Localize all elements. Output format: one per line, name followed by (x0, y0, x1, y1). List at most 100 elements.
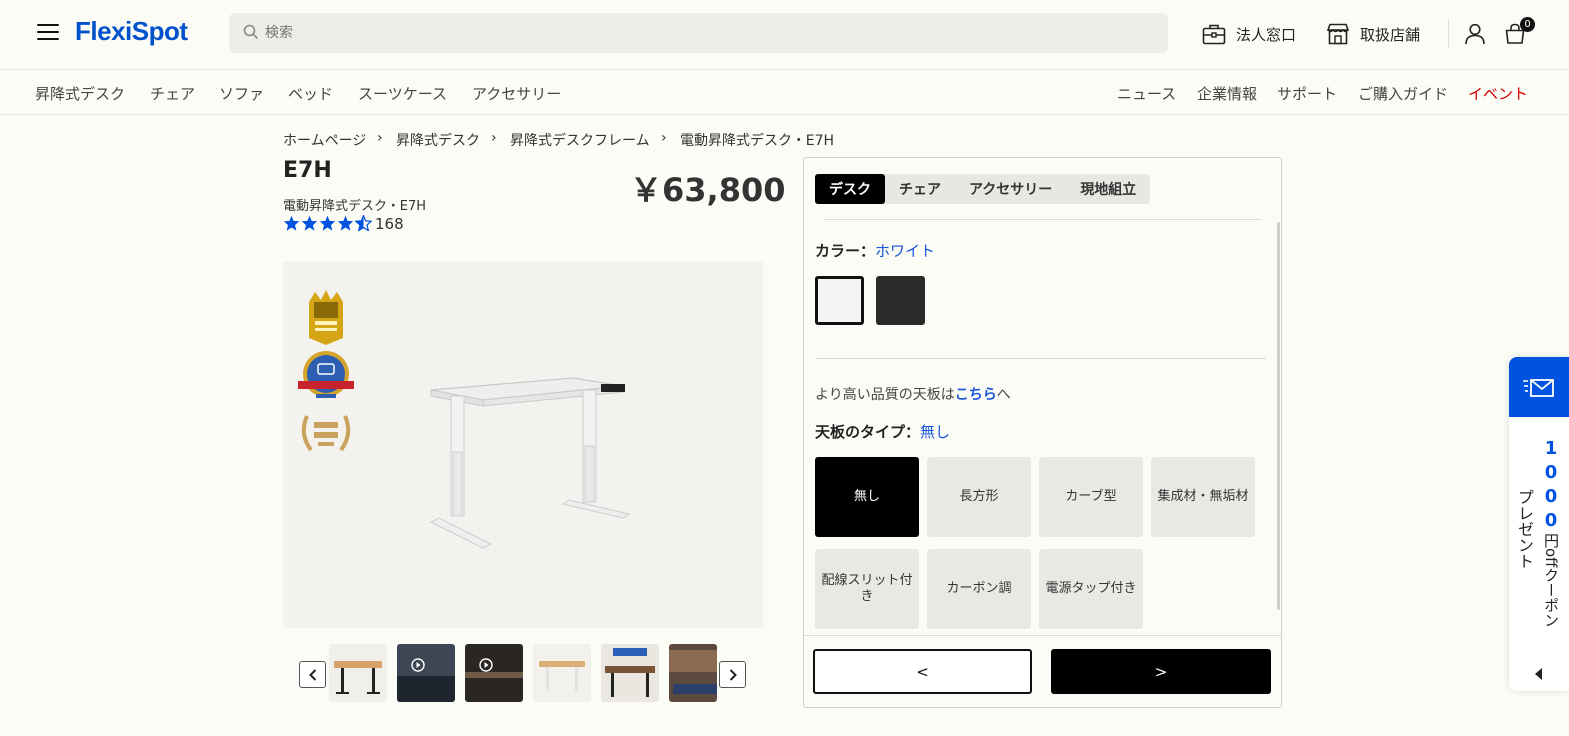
breadcrumb-frames[interactable]: 昇降式デスクフレーム (510, 130, 650, 150)
chevron-right-icon (729, 668, 737, 681)
nav-item-accessories[interactable]: アクセサリー (472, 83, 561, 104)
chevron-right-icon: › (661, 130, 667, 146)
top-option-cable-slit[interactable]: 配線スリット付き (815, 549, 919, 629)
tab-desk[interactable]: デスク (815, 174, 885, 204)
half-star-icon (355, 215, 372, 231)
video-play-icon (397, 658, 455, 702)
top-option-none[interactable]: 無し (815, 457, 919, 537)
nav-item-suitcases[interactable]: スーツケース (358, 83, 447, 104)
desk-thumbnail-icon (669, 650, 717, 694)
search-bar[interactable] (229, 13, 1168, 53)
breadcrumb-current: 電動昇降式デスク・E7H (680, 133, 834, 149)
color-label-text: カラー： (815, 242, 876, 260)
thumbnail-4[interactable] (533, 644, 591, 702)
divider (815, 358, 1266, 359)
star-icon (337, 215, 354, 231)
product-price: ￥63,800 (630, 171, 786, 209)
breadcrumb-home[interactable]: ホームページ (283, 130, 366, 150)
nav-item-desks[interactable]: 昇降式デスク (35, 83, 125, 104)
note-prefix: より高い品質の天板は (815, 387, 955, 403)
thumbnail-5[interactable] (601, 644, 659, 702)
divider (804, 635, 1281, 636)
stores-label: 取扱店舗 (1360, 25, 1421, 44)
top-type-value: 無し (920, 423, 951, 441)
chevron-left-icon (308, 668, 316, 681)
collapse-arrow-icon[interactable] (1535, 668, 1542, 680)
coupon-widget[interactable]: 1000 円offクーポン プレゼント (1509, 357, 1569, 691)
desk-frame-illustration (429, 377, 631, 549)
config-tabs: デスク チェア アクセサリー 現地組立 (815, 174, 1151, 204)
thumb-prev-button[interactable] (299, 661, 326, 688)
nav-item-events[interactable]: イベント (1468, 83, 1528, 104)
pc-watch-badge-icon (298, 351, 354, 398)
top-option-solid-wood[interactable]: 集成材・無垢材 (1151, 457, 1255, 537)
top-option-carbon[interactable]: カーボン調 (927, 549, 1031, 629)
stores-link[interactable]: 取扱店舗 (1326, 22, 1420, 46)
desk-thumbnail-icon (605, 648, 655, 697)
desk-thumbnail-icon (539, 661, 585, 691)
thumbnail-2-video[interactable] (397, 644, 455, 702)
logo[interactable]: FlexiSpot (75, 16, 188, 47)
thumbnail-6[interactable] (669, 644, 717, 702)
swatch-black[interactable] (876, 276, 925, 325)
menu-icon[interactable] (37, 24, 59, 42)
coupon-unit: 円off (1542, 533, 1560, 568)
top-type-label: 天板のタイプ：無し (815, 421, 950, 442)
top-option-rectangle[interactable]: 長方形 (927, 457, 1031, 537)
business-link[interactable]: 法人窓口 (1202, 22, 1296, 46)
coupon-amount: 1000 (1544, 438, 1558, 531)
chevron-right-icon: › (377, 130, 383, 146)
product-subtitle: 電動昇降式デスク・E7H (283, 199, 427, 214)
star-icon (319, 215, 336, 231)
review-count[interactable]: 168 (375, 215, 404, 233)
search-input[interactable] (265, 13, 1145, 53)
nav-item-news[interactable]: ニュース (1117, 83, 1176, 104)
chevron-right-icon: › (491, 130, 497, 146)
star-icon (301, 215, 318, 231)
star-icon (283, 215, 300, 231)
business-label: 法人窓口 (1236, 25, 1297, 44)
prev-step-button[interactable]: < (813, 649, 1032, 694)
premium-top-link[interactable]: こちら (955, 387, 997, 403)
tab-assembly[interactable]: 現地組立 (1066, 174, 1150, 204)
color-label: カラー：ホワイト (815, 240, 935, 261)
top-option-curved[interactable]: カーブ型 (1039, 457, 1143, 537)
desk-thumbnail-icon (334, 661, 382, 694)
coupon-label: クーポン (1542, 567, 1560, 628)
nav-item-sofas[interactable]: ソファ (219, 83, 264, 104)
breadcrumb-desks[interactable]: 昇降式デスク (396, 130, 480, 150)
tab-accessories[interactable]: アクセサリー (955, 174, 1066, 204)
tab-chair[interactable]: チェア (885, 174, 955, 204)
top-header: FlexiSpot 法人窓口 取扱店舗 0 (0, 0, 1569, 70)
next-step-button[interactable]: > (1051, 649, 1271, 694)
star-rating[interactable] (283, 215, 373, 231)
product-title: E7H (283, 158, 332, 183)
nav-item-support[interactable]: サポート (1277, 83, 1337, 104)
thumbnail-3-video[interactable] (465, 644, 523, 702)
product-image[interactable] (283, 262, 763, 628)
panel-scrollbar[interactable] (1277, 222, 1280, 610)
nav-item-company[interactable]: 企業情報 (1197, 83, 1257, 104)
thumb-next-button[interactable] (719, 661, 746, 688)
search-icon (243, 24, 259, 40)
thumbnail-1[interactable] (329, 644, 387, 702)
color-value: ホワイト (875, 242, 936, 260)
coupon-present: プレゼント (1515, 489, 1534, 569)
account-icon[interactable] (1464, 23, 1486, 45)
cart-count-badge: 0 (1520, 17, 1535, 32)
nav-item-guide[interactable]: ご購入ガイド (1358, 83, 1448, 104)
award-badge-icon (309, 290, 343, 345)
mail-button[interactable] (1509, 357, 1569, 417)
nav-item-beds[interactable]: ベッド (288, 83, 333, 104)
store-icon (1326, 23, 1350, 45)
mail-icon (1523, 379, 1554, 397)
best-buy-badge-icon (301, 415, 351, 452)
nav-item-chairs[interactable]: チェア (150, 83, 195, 104)
top-option-power-strip[interactable]: 電源タップ付き (1039, 549, 1143, 629)
swatch-white[interactable] (815, 276, 864, 325)
category-nav: 昇降式デスク チェア ソファ ベッド スーツケース アクセサリー ニュース 企業… (0, 71, 1569, 115)
header-divider (1448, 20, 1449, 48)
divider (823, 219, 1261, 220)
top-type-label-text: 天板のタイプ： (815, 423, 921, 441)
coupon-text: 円offクーポン (1540, 533, 1562, 628)
